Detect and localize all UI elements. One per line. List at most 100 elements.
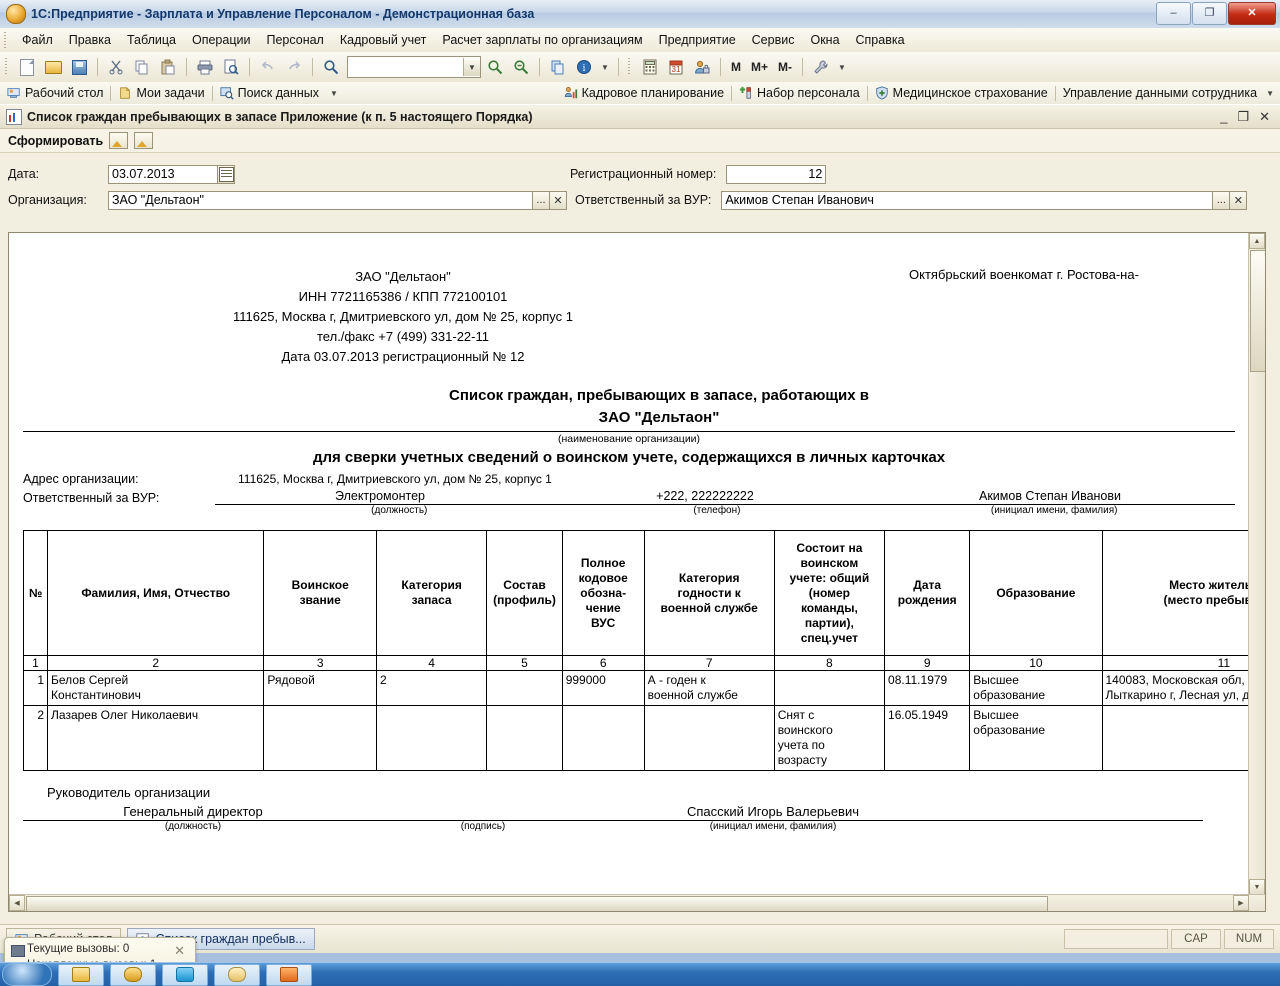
row-0-rank: Рядовой [263, 670, 377, 706]
redo-icon[interactable] [282, 55, 306, 79]
menu-table[interactable]: Таблица [119, 30, 184, 50]
nav-more-right-icon[interactable]: ▼ [1264, 89, 1280, 98]
table-row[interactable]: 2 Лазарев Олег Николаевич Снят с воинско… [22, 705, 1249, 771]
child-close-button[interactable]: ✕ [1259, 109, 1270, 125]
row-0-registration [773, 670, 886, 706]
search-input[interactable] [348, 58, 460, 76]
print-icon[interactable] [193, 55, 217, 79]
menu-payroll[interactable]: Расчет зарплаты по организациям [434, 30, 650, 50]
nav-more-left-icon[interactable]: ▼ [326, 89, 342, 98]
nav-search-data[interactable]: Поиск данных [213, 86, 326, 100]
menu-windows[interactable]: Окна [802, 30, 847, 50]
menu-help[interactable]: Справка [848, 30, 913, 50]
scroll-left-button[interactable]: ◀ [9, 895, 25, 911]
info-dropdown-icon[interactable]: ▼ [598, 55, 612, 79]
find-next-icon[interactable] [483, 55, 507, 79]
child-restore-button[interactable]: ❐ [1237, 109, 1249, 125]
vertical-scrollbar[interactable]: ▲ ▼ [1248, 233, 1265, 911]
organization-field[interactable]: ЗАО "Дельтаон" [108, 190, 533, 210]
quicklaunch-explorer[interactable] [58, 963, 104, 986]
scroll-up-button[interactable]: ▲ [1249, 233, 1265, 249]
toolbar-grip-1[interactable] [4, 58, 11, 76]
organization-select-button[interactable]: ... [533, 190, 550, 210]
menubar-grip[interactable] [3, 32, 10, 48]
menu-service[interactable]: Сервис [744, 30, 803, 50]
paste-icon[interactable] [156, 55, 180, 79]
scroll-right-button[interactable]: ▶ [1233, 895, 1249, 911]
media-icon [124, 967, 142, 982]
row-0-num: 1 [22, 670, 49, 706]
menu-enterprise[interactable]: Предприятие [651, 30, 744, 50]
new-document-button[interactable] [15, 55, 39, 79]
save-button[interactable] [67, 55, 91, 79]
nav-employee-data[interactable]: Управление данными сотрудника [1056, 86, 1264, 100]
settings-dropdown-icon[interactable]: ▼ [835, 55, 849, 79]
organization-clear-button[interactable]: ✕ [550, 190, 567, 210]
responsible-clear-button[interactable]: ✕ [1230, 190, 1248, 210]
os-taskbar [0, 962, 1280, 986]
date-field[interactable]: 03.07.2013 [108, 164, 218, 184]
print-preview-icon[interactable] [219, 55, 243, 79]
quicklaunch-browser[interactable] [162, 963, 208, 986]
info-icon[interactable]: i [572, 55, 596, 79]
menu-operations[interactable]: Операции [184, 30, 258, 50]
nav-hr-planning[interactable]: Кадровое планирование [557, 86, 731, 100]
find-prev-icon[interactable] [509, 55, 533, 79]
minimize-button[interactable]: – [1156, 2, 1191, 25]
start-button[interactable] [2, 963, 52, 986]
vertical-scroll-thumb[interactable] [1250, 250, 1265, 372]
memory-m-button[interactable]: M [727, 60, 745, 74]
col-number-4: 5 [486, 655, 563, 671]
child-minimize-button[interactable]: _ [1220, 109, 1227, 125]
horizontal-scrollbar[interactable]: ◀ ▶ [9, 894, 1265, 911]
copy-icon[interactable] [130, 55, 154, 79]
table-row[interactable]: 1 Белов Сергей Константинович Рядовой 2 … [22, 670, 1249, 706]
popup-close-icon[interactable]: ✕ [174, 943, 185, 959]
nav-medical-insurance-label: Медицинское страхование [892, 86, 1048, 100]
calendar-icon[interactable]: 31 [664, 55, 688, 79]
folder-icon [72, 967, 90, 982]
cut-icon[interactable] [104, 55, 128, 79]
maximize-button[interactable]: ❐ [1192, 2, 1227, 25]
address-label: Адрес организации: [23, 472, 139, 486]
memory-m-minus-button[interactable]: M- [774, 60, 796, 74]
responsible-field[interactable]: Акимов Степан Иванович [721, 190, 1214, 210]
save-to-excel-icon[interactable] [109, 132, 129, 149]
report-sheet[interactable]: Октябрьский военкомат г. Ростова-на- ЗАО… [9, 233, 1249, 897]
child-window-titlebar: Список граждан пребывающих в запасе Прил… [0, 105, 1280, 129]
date-label: Дата: [8, 167, 40, 181]
memory-m-plus-button[interactable]: M+ [747, 60, 772, 74]
col-number-7: 8 [773, 655, 886, 671]
horizontal-scroll-thumb[interactable] [26, 896, 1048, 911]
settings-wrench-icon[interactable] [809, 55, 833, 79]
quicklaunch-app-4[interactable] [214, 963, 260, 986]
toolbar-grip-2[interactable] [627, 58, 634, 76]
col-header-1: Фамилия, Имя, Отчество [47, 530, 265, 656]
quicklaunch-app-5[interactable] [266, 963, 312, 986]
user-lock-icon[interactable] [690, 55, 714, 79]
nav-my-tasks[interactable]: Мои задачи [111, 86, 211, 100]
nav-medical-insurance[interactable]: Медицинское страхование [868, 86, 1055, 100]
duplicate-icon[interactable] [546, 55, 570, 79]
chevron-down-icon[interactable]: ▼ [463, 58, 480, 76]
undo-icon[interactable] [256, 55, 280, 79]
scroll-down-button[interactable]: ▼ [1249, 879, 1265, 895]
open-in-excel-icon[interactable] [134, 132, 154, 149]
nav-desktop[interactable]: Рабочий стол [0, 86, 110, 100]
close-button[interactable]: ✕ [1228, 2, 1276, 25]
nav-recruitment[interactable]: Набор персонала [732, 86, 867, 100]
search-combo[interactable]: ▼ [347, 56, 481, 78]
menu-personnel[interactable]: Персонал [258, 30, 331, 50]
open-folder-button[interactable] [41, 55, 65, 79]
menu-file[interactable]: Файл [14, 30, 61, 50]
calculator-icon[interactable] [638, 55, 662, 79]
menu-hr-accounting[interactable]: Кадровый учет [332, 30, 435, 50]
search-icon[interactable] [319, 55, 343, 79]
responsible-select-button[interactable]: ... [1213, 190, 1231, 210]
generate-button[interactable]: Сформировать [8, 134, 103, 148]
address-value: 111625, Москва г, Дмитриевского ул, дом … [238, 472, 552, 486]
quicklaunch-media[interactable] [110, 963, 156, 986]
reg-number-field[interactable]: 12 [726, 164, 827, 184]
date-picker-button[interactable] [218, 164, 235, 184]
menu-edit[interactable]: Правка [61, 30, 119, 50]
